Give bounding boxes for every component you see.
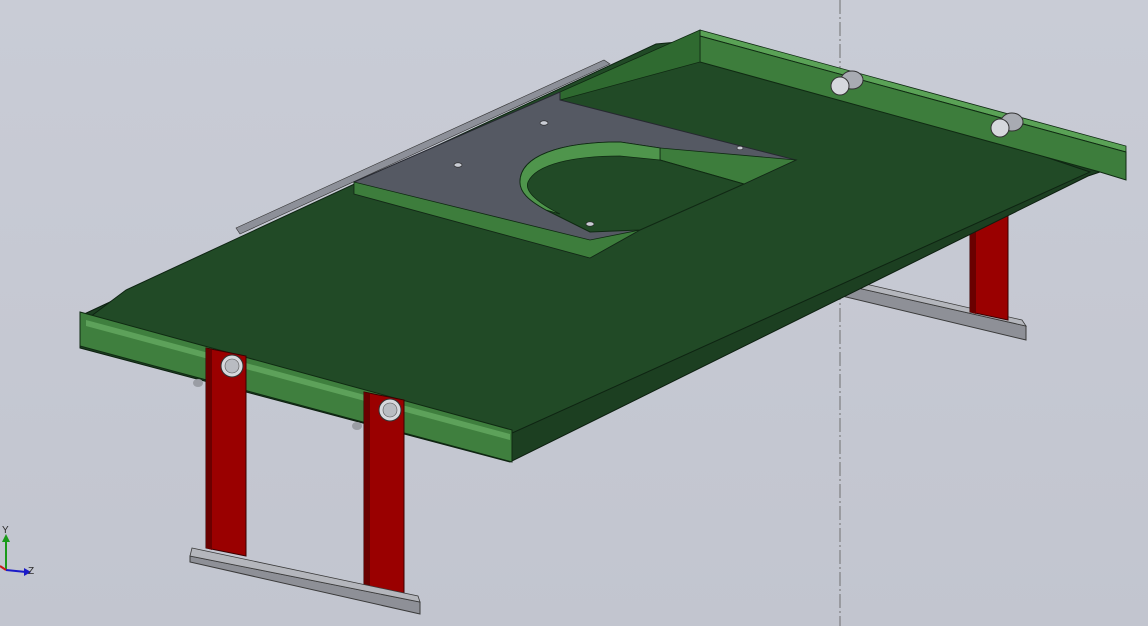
mounting-hole <box>539 120 549 126</box>
pivot-knob-front-right[interactable] <box>378 398 402 422</box>
front-leg-right-side <box>364 392 370 594</box>
pivot-knob-front-left[interactable] <box>220 354 244 378</box>
cad-model-canvas[interactable] <box>0 0 1148 626</box>
triad-y-label: Y <box>2 525 9 536</box>
hidden-knob-front-left <box>193 379 203 387</box>
mounting-hole <box>736 145 744 151</box>
mounting-hole <box>453 162 463 168</box>
triad-z-axis <box>5 569 27 573</box>
coordinate-triad <box>0 534 31 576</box>
triad-z-label: Z <box>28 566 35 577</box>
mounting-hole <box>585 221 595 227</box>
3d-graphics-viewport[interactable]: Y Z <box>0 0 1148 626</box>
hidden-knob-front-right <box>352 422 362 430</box>
front-leg-left-side <box>206 348 212 550</box>
